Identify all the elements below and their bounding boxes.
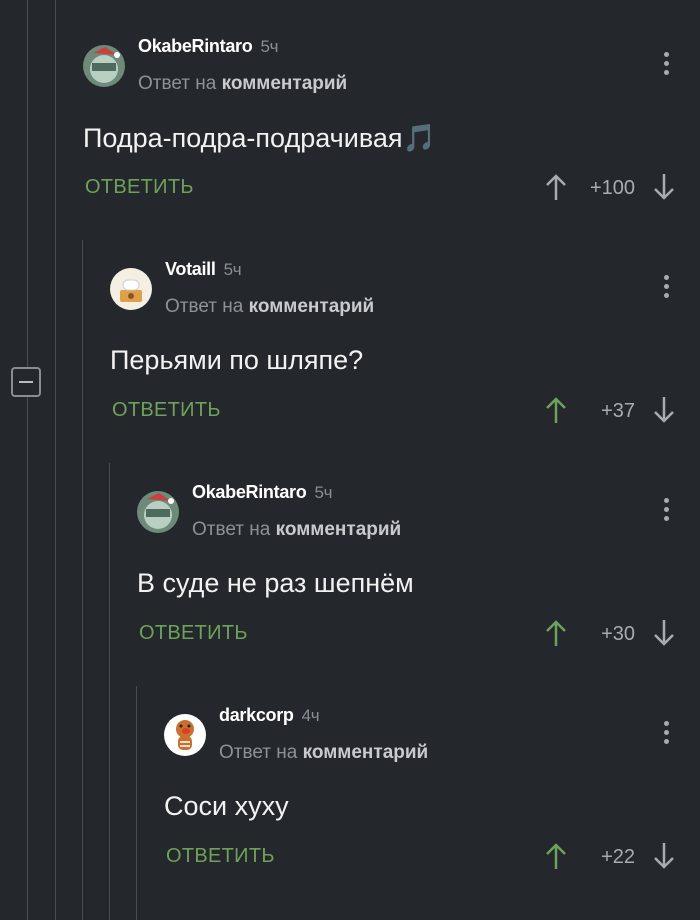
- music-note-emoji: 🎵: [402, 123, 437, 153]
- comment-text: Соси хуху: [164, 791, 289, 821]
- reply-to-line: Ответ на комментарий: [165, 296, 374, 318]
- comment-text: Подра-подра-подрачивая🎵: [83, 122, 436, 154]
- username[interactable]: OkabeRintaro 5ч: [138, 36, 278, 57]
- username[interactable]: darkcorp 4ч: [219, 705, 320, 726]
- comment: Votaill 5ч Ответ на комментарий Перьями п…: [110, 223, 700, 453]
- reply-button[interactable]: ОТВЕТИТЬ: [139, 622, 248, 645]
- upvote-arrow-icon[interactable]: [544, 395, 568, 425]
- timestamp: 4ч: [301, 706, 320, 725]
- upvote-arrow-icon[interactable]: [544, 841, 568, 871]
- avatar[interactable]: [164, 714, 206, 756]
- more-options-icon[interactable]: [664, 721, 670, 747]
- comment-body: Подра-подра-подрачивая: [83, 123, 403, 153]
- upvote-arrow-icon[interactable]: [544, 172, 568, 202]
- rating: +37: [601, 400, 635, 422]
- timestamp: 5ч: [223, 260, 242, 279]
- username-text[interactable]: OkabeRintaro: [138, 36, 253, 56]
- downvote-arrow-icon[interactable]: [652, 172, 676, 202]
- collapse-thread-button[interactable]: [11, 367, 41, 397]
- parent-comment-link[interactable]: комментарий: [249, 296, 375, 317]
- reply-prefix: Ответ на: [219, 742, 298, 763]
- comment-text: Перьями по шляпе?: [110, 345, 364, 375]
- rating: +100: [589, 177, 635, 199]
- thread-line: [82, 240, 83, 920]
- comment-text: В суде не раз шепнём: [137, 568, 414, 598]
- thread-line: [109, 463, 110, 920]
- timestamp: 5ч: [314, 483, 333, 502]
- parent-comment-link[interactable]: комментарий: [303, 742, 429, 763]
- reply-to-line: Ответ на комментарий: [219, 742, 428, 764]
- reply-button[interactable]: ОТВЕТИТЬ: [166, 845, 275, 868]
- upvote-arrow-icon[interactable]: [544, 618, 568, 648]
- username-text[interactable]: darkcorp: [219, 705, 294, 725]
- parent-comment-link[interactable]: комментарий: [276, 519, 402, 540]
- avatar[interactable]: [110, 268, 152, 310]
- thread-line: [55, 0, 56, 920]
- username-text[interactable]: Votaill: [165, 259, 216, 279]
- rating: +22: [601, 846, 635, 868]
- reply-to-line: Ответ на комментарий: [192, 519, 401, 541]
- comment: OkabeRintaro 5ч Ответ на комментарий Подр…: [83, 0, 700, 230]
- rating: +30: [601, 623, 635, 645]
- thread-line: [27, 0, 28, 920]
- reply-prefix: Ответ на: [138, 73, 217, 94]
- downvote-arrow-icon[interactable]: [652, 395, 676, 425]
- timestamp: 5ч: [260, 37, 279, 56]
- reply-prefix: Ответ на: [165, 296, 244, 317]
- more-options-icon[interactable]: [664, 275, 670, 301]
- reply-to-line: Ответ на комментарий: [138, 73, 347, 95]
- avatar[interactable]: [137, 491, 179, 533]
- avatar[interactable]: [83, 45, 125, 87]
- username-text[interactable]: OkabeRintaro: [192, 482, 307, 502]
- more-options-icon[interactable]: [664, 52, 670, 78]
- downvote-arrow-icon[interactable]: [652, 841, 676, 871]
- reply-button[interactable]: ОТВЕТИТЬ: [112, 399, 221, 422]
- more-options-icon[interactable]: [664, 498, 670, 524]
- reply-prefix: Ответ на: [192, 519, 271, 540]
- parent-comment-link[interactable]: комментарий: [222, 73, 348, 94]
- thread-line: [136, 686, 137, 920]
- reply-button[interactable]: ОТВЕТИТЬ: [85, 176, 194, 199]
- comment: OkabeRintaro 5ч Ответ на комментарий В су…: [137, 446, 700, 676]
- downvote-arrow-icon[interactable]: [652, 618, 676, 648]
- username[interactable]: Votaill 5ч: [165, 259, 242, 280]
- comment: darkcorp 4ч Ответ на комментарий Соси хух…: [164, 669, 700, 899]
- username[interactable]: OkabeRintaro 5ч: [192, 482, 332, 503]
